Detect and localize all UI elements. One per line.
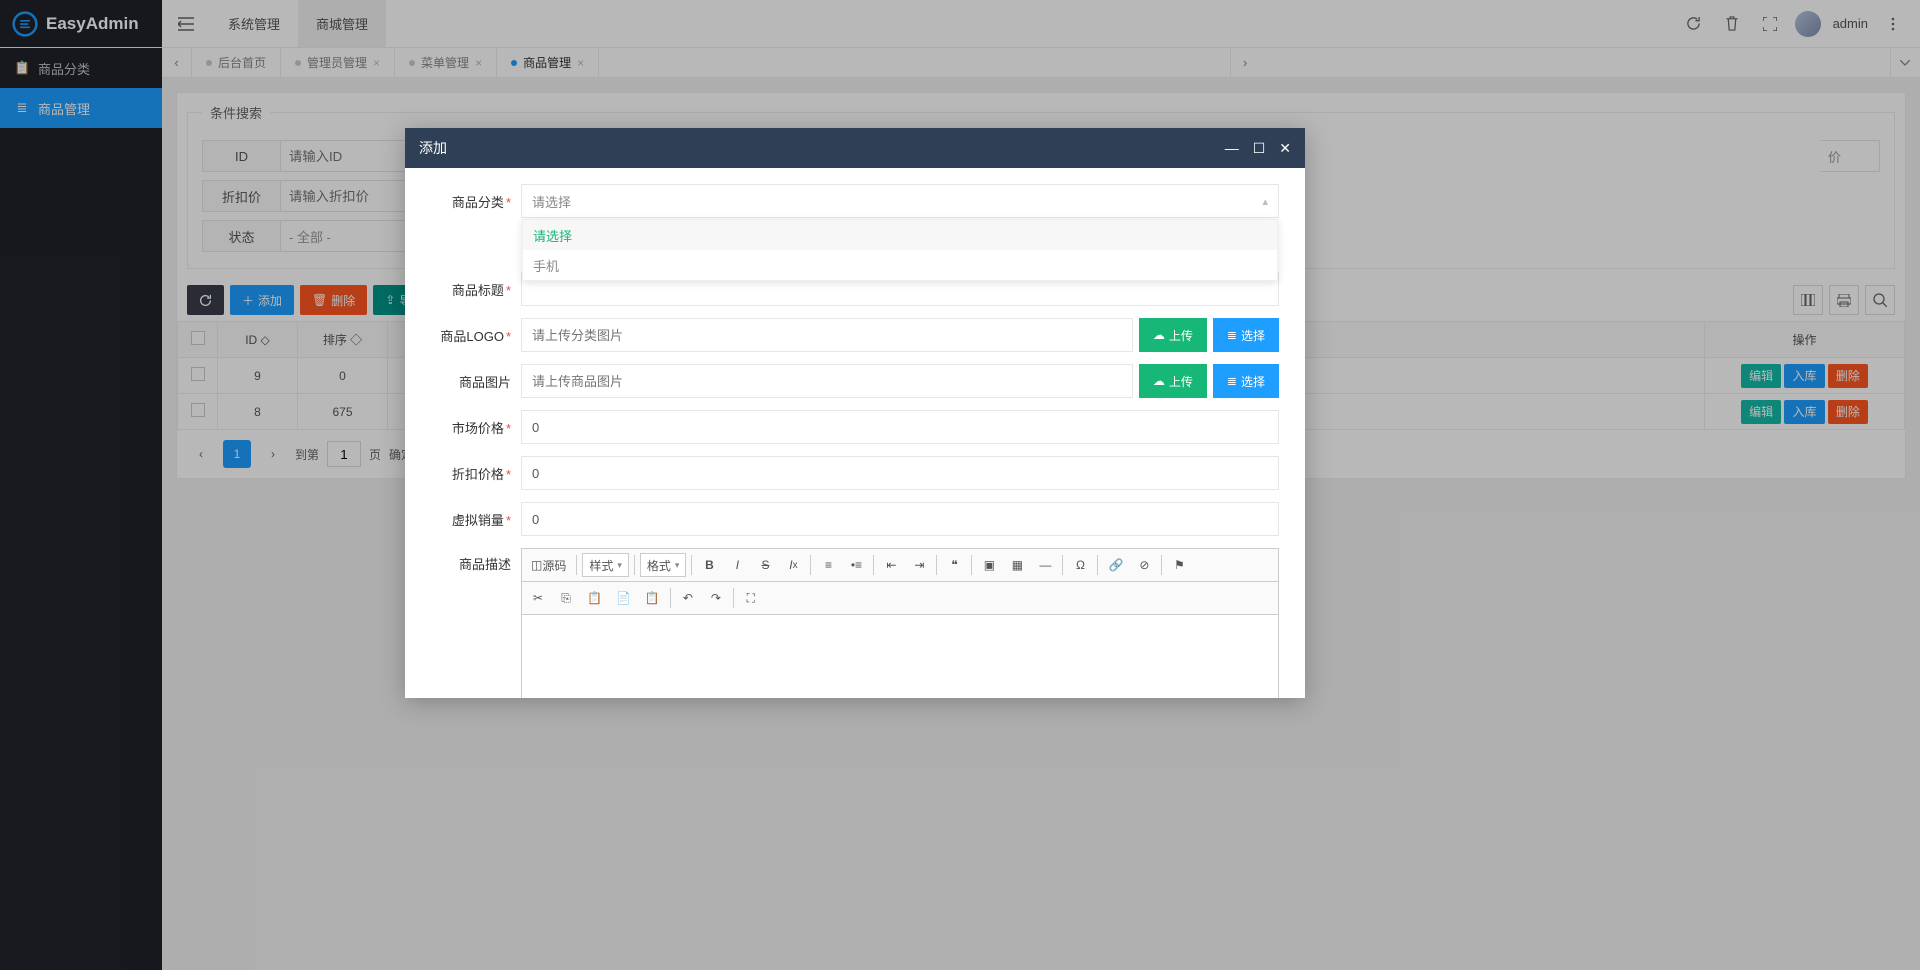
modal-body: 商品分类* 请选择 ▴ 请选择 手机 商品标题* 商品LOGO* ☁上传 ≣选择 [405, 168, 1305, 698]
link-icon[interactable]: 🔗 [1103, 553, 1128, 577]
table-icon[interactable]: ▦ [1005, 553, 1029, 577]
editor-content[interactable] [522, 615, 1278, 698]
redo-icon[interactable]: ↷ [704, 586, 728, 610]
italic-icon[interactable]: I [725, 553, 749, 577]
category-select[interactable]: 请选择 ▴ 请选择 手机 [521, 184, 1279, 218]
market-price-input[interactable] [521, 410, 1279, 444]
rich-editor: ◫ 源码 样式▾ 格式▾ B I S Ix ≡ •≡ ⇤ ⇥ [521, 548, 1279, 698]
choose-button[interactable]: ≣选择 [1213, 364, 1279, 398]
images-input[interactable] [521, 364, 1133, 398]
dropdown-option[interactable]: 请选择 [523, 220, 1277, 250]
maximize-icon[interactable]: ☐ [1253, 140, 1266, 157]
flag-icon[interactable]: ⚑ [1167, 553, 1191, 577]
list-icon: ≣ [1227, 374, 1237, 388]
upload-button[interactable]: ☁上传 [1139, 364, 1207, 398]
blockquote-icon[interactable]: ❝ [942, 553, 966, 577]
format-select[interactable]: 格式▾ [640, 553, 687, 577]
bold-icon[interactable]: B [697, 553, 721, 577]
hr-icon[interactable]: — [1033, 553, 1057, 577]
minimize-icon[interactable]: — [1225, 140, 1239, 157]
special-char-icon[interactable]: Ω [1068, 553, 1092, 577]
numbered-list-icon[interactable]: ≡ [816, 553, 840, 577]
indent-icon[interactable]: ⇥ [907, 553, 931, 577]
upload-button[interactable]: ☁上传 [1139, 318, 1207, 352]
choose-button[interactable]: ≣选择 [1213, 318, 1279, 352]
outdent-icon[interactable]: ⇤ [879, 553, 903, 577]
style-select[interactable]: 样式▾ [582, 553, 629, 577]
paste-icon[interactable]: 📋 [582, 586, 607, 610]
clear-format-icon[interactable]: Ix [781, 553, 805, 577]
bullet-list-icon[interactable]: •≡ [844, 553, 868, 577]
close-icon[interactable]: ✕ [1279, 140, 1291, 157]
modal-header: 添加 — ☐ ✕ [405, 128, 1305, 168]
category-dropdown: 请选择 手机 [522, 219, 1278, 281]
source-button[interactable]: ◫ 源码 [526, 553, 571, 577]
chevron-up-icon: ▴ [1262, 195, 1268, 208]
editor-toolbar: ◫ 源码 样式▾ 格式▾ B I S Ix ≡ •≡ ⇤ ⇥ [522, 549, 1278, 582]
list-icon: ≣ [1227, 328, 1237, 342]
editor-toolbar-2: ✂ ⎘ 📋 📄 📋 ↶ ↷ ⛶ [522, 582, 1278, 615]
strike-icon[interactable]: S [753, 553, 777, 577]
copy-icon[interactable]: ⎘ [554, 586, 578, 610]
discount-price-input[interactable] [521, 456, 1279, 490]
image-icon[interactable]: ▣ [977, 553, 1001, 577]
undo-icon[interactable]: ↶ [676, 586, 700, 610]
upload-icon: ☁ [1153, 374, 1165, 388]
paste-text-icon[interactable]: 📄 [611, 586, 636, 610]
cut-icon[interactable]: ✂ [526, 586, 550, 610]
paste-word-icon[interactable]: 📋 [640, 586, 665, 610]
virtual-sales-input[interactable] [521, 502, 1279, 536]
maximize-editor-icon[interactable]: ⛶ [739, 586, 763, 610]
unlink-icon[interactable]: ⊘ [1132, 553, 1156, 577]
upload-icon: ☁ [1153, 328, 1165, 342]
dropdown-option[interactable]: 手机 [523, 250, 1277, 280]
add-modal: 添加 — ☐ ✕ 商品分类* 请选择 ▴ 请选择 手机 商品标题* 商品LOGO… [405, 128, 1305, 698]
logo-input[interactable] [521, 318, 1133, 352]
modal-title: 添加 [419, 138, 447, 158]
